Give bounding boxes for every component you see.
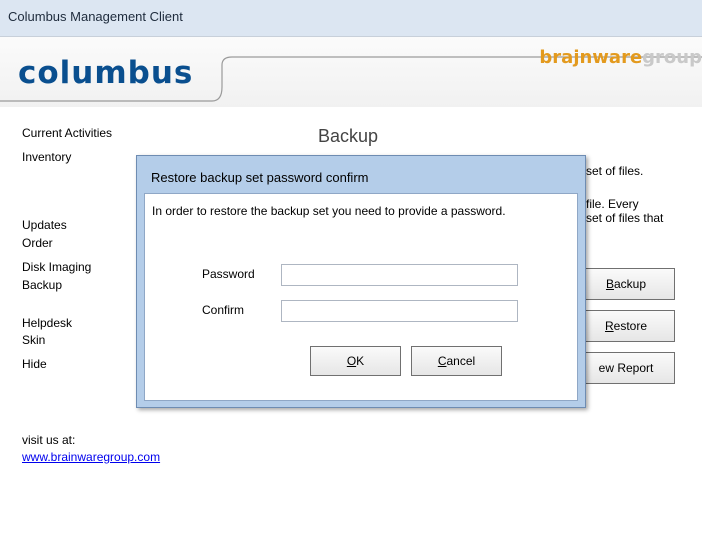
ok-button-label: K <box>356 354 365 368</box>
cancel-button-label: ancel <box>446 354 476 368</box>
password-field[interactable] <box>281 264 518 286</box>
sidebar-item-backup[interactable]: Backup <box>22 278 62 292</box>
ok-button[interactable]: OK <box>310 346 401 376</box>
brand-part-2: group <box>642 47 702 68</box>
columbus-logo: columbus <box>18 55 194 91</box>
description-fragment-2: file. Every <box>586 197 639 211</box>
backup-button-mnemonic: B <box>605 277 614 291</box>
header-banner: columbus brajnwaregroup <box>0 36 702 107</box>
sidebar-item-current-activities[interactable]: Current Activities <box>22 126 112 140</box>
cancel-button-mnemonic: C <box>437 354 447 368</box>
dialog-message: In order to restore the backup set you n… <box>152 204 506 218</box>
description-fragment-1: set of files. <box>586 164 644 178</box>
restore-button-mnemonic: R <box>604 319 614 333</box>
window-title: Columbus Management Client <box>8 9 183 24</box>
password-label: Password <box>202 267 255 281</box>
view-report-button-label: ew Report <box>598 361 654 375</box>
restore-button-label: estore <box>613 319 648 333</box>
confirm-label: Confirm <box>202 303 245 317</box>
sidebar-item-inventory[interactable]: Inventory <box>22 150 71 164</box>
dialog-title: Restore backup set password confirm <box>151 170 369 185</box>
restore-button[interactable]: Restore <box>577 310 675 342</box>
sidebar-item-updates[interactable]: Updates <box>22 218 67 232</box>
page-title: Backup <box>318 126 379 146</box>
visit-us-text: visit us at: <box>22 433 76 447</box>
description-fragment-3: set of files that <box>586 211 664 225</box>
confirm-password-field[interactable] <box>281 300 518 322</box>
restore-password-dialog: Restore backup set password confirm In o… <box>136 155 586 408</box>
window-titlebar: Columbus Management Client <box>0 0 702 36</box>
brand-part-1: brajnware <box>539 47 643 68</box>
sidebar-item-disk-imaging[interactable]: Disk Imaging <box>22 260 91 274</box>
sidebar-item-skin[interactable]: Skin <box>22 333 45 347</box>
backup-button-label: ackup <box>613 277 647 291</box>
dialog-body: In order to restore the backup set you n… <box>144 193 578 401</box>
website-link[interactable]: www.brainwaregroup.com <box>22 450 160 464</box>
brainware-logo: brajnwaregroup <box>539 47 702 68</box>
cancel-button[interactable]: Cancel <box>411 346 502 376</box>
sidebar-item-hide[interactable]: Hide <box>22 357 47 371</box>
view-report-button[interactable]: ew Report <box>577 352 675 384</box>
ok-button-mnemonic: O <box>346 354 357 368</box>
sidebar-item-helpdesk[interactable]: Helpdesk <box>22 316 72 330</box>
sidebar-item-order[interactable]: Order <box>22 236 53 250</box>
backup-button[interactable]: Backup <box>577 268 675 300</box>
